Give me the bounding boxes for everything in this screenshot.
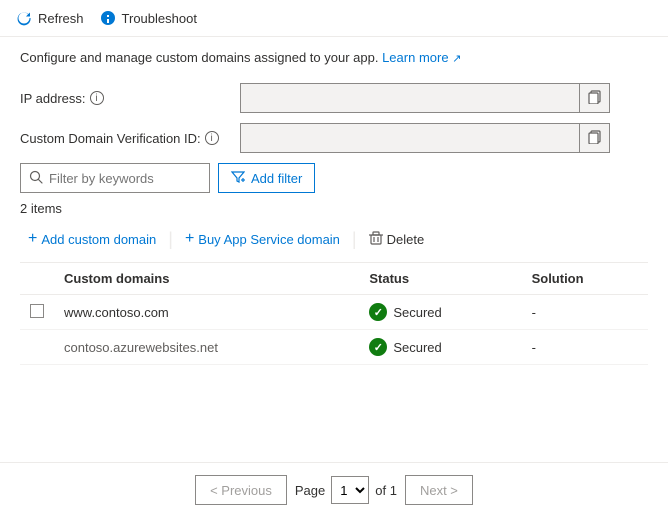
previous-button[interactable]: < Previous	[195, 475, 287, 505]
troubleshoot-icon	[100, 10, 116, 26]
filter-input[interactable]	[49, 171, 201, 186]
row2-solution-cell: -	[522, 330, 648, 365]
learn-more-link[interactable]: Learn more ↗	[382, 50, 461, 65]
main-area: Configure and manage custom domains assi…	[0, 37, 668, 517]
row2-solution: -	[532, 340, 536, 355]
domains-table-wrap: Custom domains Status Solution	[20, 263, 648, 365]
items-count: 2 items	[20, 201, 648, 216]
domains-table: Custom domains Status Solution	[20, 263, 648, 365]
refresh-label: Refresh	[38, 11, 84, 26]
row1-checkbox-cell	[20, 295, 54, 330]
checkbox-header	[20, 263, 54, 295]
row1-solution-cell: -	[522, 295, 648, 330]
of-label: of 1	[375, 483, 397, 498]
external-link-icon: ↗	[452, 53, 461, 65]
page-select-wrap: Page 1 of 1	[295, 476, 397, 504]
next-label: Next >	[420, 483, 458, 498]
verification-id-label: Custom Domain Verification ID: i	[20, 131, 240, 146]
pagination: < Previous Page 1 of 1 Next >	[0, 462, 668, 517]
toolbar: Refresh Troubleshoot	[0, 0, 668, 37]
table-row: www.contoso.com ✓ Secured -	[20, 295, 648, 330]
page-label: Page	[295, 483, 325, 498]
page-select[interactable]: 1	[331, 476, 369, 504]
ip-address-input[interactable]	[241, 91, 579, 106]
refresh-button[interactable]: Refresh	[16, 6, 84, 30]
buy-domain-plus-icon: +	[185, 230, 194, 248]
add-filter-label: Add filter	[251, 171, 302, 186]
filter-input-wrap	[20, 163, 210, 193]
separator-2: |	[352, 229, 357, 250]
previous-label: < Previous	[210, 483, 272, 498]
verification-id-copy-button[interactable]	[579, 123, 609, 153]
troubleshoot-button[interactable]: Troubleshoot	[100, 6, 197, 30]
ip-address-input-wrap	[240, 83, 610, 113]
verification-id-input-wrap	[240, 123, 610, 153]
filter-row: Add filter	[20, 163, 648, 193]
row1-status-icon: ✓	[369, 303, 387, 321]
row1-domain: www.contoso.com	[64, 305, 169, 320]
buy-domain-button[interactable]: + Buy App Service domain	[177, 226, 348, 252]
row2-domain: contoso.azurewebsites.net	[64, 340, 218, 355]
separator-1: |	[168, 229, 173, 250]
custom-domains-col-header: Custom domains	[54, 263, 359, 295]
add-domain-plus-icon: +	[28, 230, 37, 248]
info-description: Configure and manage custom domains assi…	[20, 49, 648, 67]
ip-address-copy-button[interactable]	[579, 83, 609, 113]
table-header-row: Custom domains Status Solution	[20, 263, 648, 295]
ip-address-row: IP address: i	[20, 83, 648, 113]
row1-solution: -	[532, 305, 536, 320]
refresh-icon	[16, 10, 32, 26]
ip-address-info-icon[interactable]: i	[90, 91, 104, 105]
row2-checkbox-cell	[20, 330, 54, 365]
row2-status-icon: ✓	[369, 338, 387, 356]
row2-status-badge: ✓ Secured	[369, 338, 511, 356]
row1-status-cell: ✓ Secured	[359, 295, 521, 330]
solution-col-header: Solution	[522, 263, 648, 295]
troubleshoot-label: Troubleshoot	[122, 11, 197, 26]
delete-button[interactable]: Delete	[361, 227, 433, 252]
search-icon	[29, 170, 43, 187]
row1-status-label: Secured	[393, 305, 441, 320]
ip-address-label: IP address: i	[20, 91, 240, 106]
buy-domain-label: Buy App Service domain	[198, 232, 340, 247]
row1-checkbox[interactable]	[30, 304, 44, 318]
row2-status-label: Secured	[393, 340, 441, 355]
add-filter-button[interactable]: Add filter	[218, 163, 315, 193]
add-domain-label: Add custom domain	[41, 232, 156, 247]
delete-icon	[369, 231, 383, 248]
add-custom-domain-button[interactable]: + Add custom domain	[20, 226, 164, 252]
copy-icon	[588, 90, 602, 107]
table-body: www.contoso.com ✓ Secured -	[20, 295, 648, 365]
verification-id-input[interactable]	[241, 131, 579, 146]
verification-id-row: Custom Domain Verification ID: i	[20, 123, 648, 153]
filter-icon	[231, 170, 245, 187]
copy-icon-2	[588, 130, 602, 147]
delete-label: Delete	[387, 232, 425, 247]
content-area: Configure and manage custom domains assi…	[0, 37, 668, 377]
row2-domain-cell: contoso.azurewebsites.net	[54, 330, 359, 365]
table-header: Custom domains Status Solution	[20, 263, 648, 295]
next-button[interactable]: Next >	[405, 475, 473, 505]
verification-id-info-icon[interactable]: i	[205, 131, 219, 145]
row1-status-badge: ✓ Secured	[369, 303, 511, 321]
row2-status-cell: ✓ Secured	[359, 330, 521, 365]
status-col-header: Status	[359, 263, 521, 295]
actions-row: + Add custom domain | + Buy App Service …	[20, 226, 648, 263]
table-row: contoso.azurewebsites.net ✓ Secured -	[20, 330, 648, 365]
row1-domain-cell: www.contoso.com	[54, 295, 359, 330]
